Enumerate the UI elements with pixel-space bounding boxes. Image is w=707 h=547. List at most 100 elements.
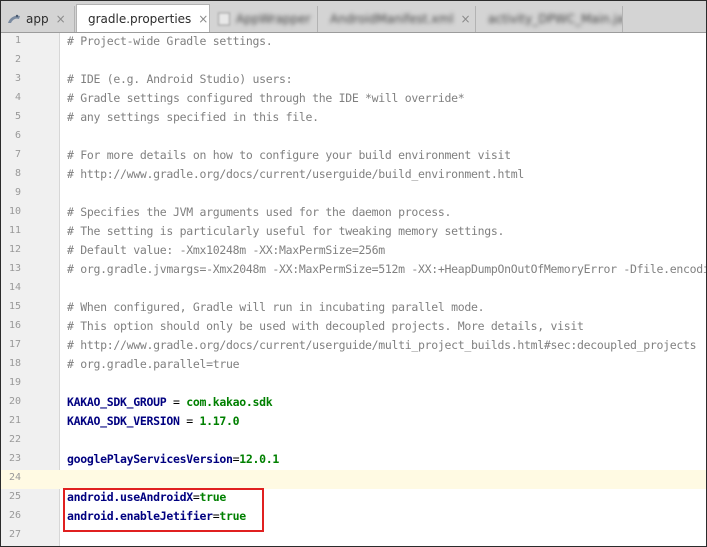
code-line[interactable]: 5 # any settings specified in this file.	[1, 109, 706, 128]
code-text: android.enableJetifier=true	[67, 509, 246, 523]
code-line[interactable]: 16 # This option should only be used with…	[1, 318, 706, 337]
code-line[interactable]: 2	[1, 52, 706, 71]
code-token: # IDE (e.g. Android Studio) users:	[67, 72, 293, 86]
line-number: 12	[8, 244, 21, 255]
close-icon[interactable]: ×	[198, 12, 208, 26]
code-line[interactable]: 6	[1, 128, 706, 147]
tab-android-manifest[interactable]: AndroidManifest.xml ×	[319, 6, 476, 32]
code-line[interactable]: 18 # org.gradle.parallel=true	[1, 356, 706, 375]
line-number: 10	[8, 206, 21, 217]
code-text: # Project-wide Gradle settings.	[67, 34, 273, 48]
code-text: android.useAndroidX=true	[67, 490, 226, 504]
code-token: com.kakao.sdk	[186, 395, 273, 409]
code-text: # When configured, Gradle will run in in…	[67, 300, 485, 314]
code-line[interactable]: 15 # When configured, Gradle will run in …	[1, 299, 706, 318]
code-line[interactable]: 22	[1, 432, 706, 451]
line-number: 26	[8, 510, 21, 521]
tab-label: app	[26, 12, 49, 26]
line-number: 5	[14, 111, 21, 122]
code-line[interactable]: 3 # IDE (e.g. Android Studio) users:	[1, 71, 706, 90]
code-token: # Default value: -Xmx10248m -XX:MaxPermS…	[67, 243, 385, 257]
code-token: android.useAndroidX	[67, 490, 193, 504]
code-line[interactable]: 10 # Specifies the JVM arguments used for…	[1, 204, 706, 223]
code-line[interactable]: 9	[1, 185, 706, 204]
code-token: # org.gradle.jvmargs=-Xmx2048m -XX:MaxPe…	[67, 262, 707, 276]
close-icon[interactable]: ×	[56, 12, 66, 26]
line-number: 17	[8, 339, 21, 350]
code-token: =	[179, 414, 200, 428]
line-number: 11	[8, 225, 21, 236]
tab-appwrapper[interactable]: AppWrapper	[211, 6, 318, 32]
code-line[interactable]: 4 # Gradle settings configured through th…	[1, 90, 706, 109]
line-number: 1	[14, 35, 21, 46]
tab-activity-java[interactable]: C activity_DPWC_Main.java	[477, 6, 623, 32]
line-number: 19	[8, 377, 21, 388]
code-token: googlePlayServicesVersion	[67, 452, 233, 466]
code-token: KAKAO_SDK_GROUP	[67, 395, 167, 409]
gradle-module-icon	[8, 14, 20, 23]
code-token: # any settings specified in this file.	[67, 110, 319, 124]
code-text: # any settings specified in this file.	[67, 110, 319, 124]
code-line[interactable]: 25 android.useAndroidX=true	[1, 489, 706, 508]
code-token: # org.gradle.parallel=true	[67, 357, 240, 371]
code-editor[interactable]: 1 # Project-wide Gradle settings. 2 3 # IDE …	[1, 33, 706, 546]
tab-app[interactable]: app ×	[1, 6, 75, 32]
code-line[interactable]: 8 # http://www.gradle.org/docs/current/us…	[1, 166, 706, 185]
code-line[interactable]: 23 googlePlayServicesVersion=12.0.1	[1, 451, 706, 470]
code-text: # Default value: -Xmx10248m -XX:MaxPermS…	[67, 243, 385, 257]
code-line[interactable]: 21 KAKAO_SDK_VERSION = 1.17.0	[1, 413, 706, 432]
line-number: 14	[8, 282, 21, 293]
code-token: # The setting is particularly useful for…	[67, 224, 505, 238]
code-line[interactable]: 13 # org.gradle.jvmargs=-Xmx2048m -XX:Max…	[1, 261, 706, 280]
code-text: # Specifies the JVM arguments used for t…	[67, 205, 451, 219]
code-line[interactable]: 27	[1, 527, 706, 546]
tab-label: AndroidManifest.xml	[330, 12, 454, 26]
tab-label: gradle.properties	[88, 11, 192, 26]
line-number: 24	[8, 472, 21, 483]
line-number: 16	[8, 320, 21, 331]
close-icon[interactable]: ×	[461, 12, 471, 26]
tab-label: activity_DPWC_Main.java	[488, 12, 622, 26]
code-line[interactable]: 20 KAKAO_SDK_GROUP = com.kakao.sdk	[1, 394, 706, 413]
code-line[interactable]: 14	[1, 280, 706, 299]
line-number: 8	[14, 168, 21, 179]
code-text: googlePlayServicesVersion=12.0.1	[67, 452, 279, 466]
code-text: # org.gradle.jvmargs=-Xmx2048m -XX:MaxPe…	[67, 262, 707, 276]
code-text: # Gradle settings configured through the…	[67, 91, 465, 105]
code-text: # http://www.gradle.org/docs/current/use…	[67, 338, 697, 352]
xml-file-icon	[218, 12, 230, 26]
code-token: 12.0.1	[239, 452, 279, 466]
line-number: 4	[14, 92, 21, 103]
code-lines: 1 # Project-wide Gradle settings. 2 3 # IDE …	[1, 33, 706, 546]
code-text: # This option should only be used with d…	[67, 319, 584, 333]
code-line[interactable]: 26 android.enableJetifier=true	[1, 508, 706, 527]
code-line[interactable]: 19	[1, 375, 706, 394]
line-number: 9	[14, 187, 21, 198]
code-token: # This option should only be used with d…	[67, 319, 584, 333]
code-token: # http://www.gradle.org/docs/current/use…	[67, 167, 525, 181]
code-token: # For more details on how to configure y…	[67, 148, 511, 162]
line-number: 23	[8, 453, 21, 464]
code-text: KAKAO_SDK_VERSION = 1.17.0	[67, 414, 240, 428]
line-number: 2	[14, 54, 21, 65]
code-token: # Gradle settings configured through the…	[67, 91, 465, 105]
code-text: # org.gradle.parallel=true	[67, 357, 240, 371]
code-line[interactable]: 24	[1, 470, 706, 489]
code-text: KAKAO_SDK_GROUP = com.kakao.sdk	[67, 395, 273, 409]
code-token: =	[166, 395, 187, 409]
tab-gradle-properties[interactable]: gradle.properties ×	[76, 4, 210, 32]
line-number: 13	[8, 263, 21, 274]
code-line[interactable]: 7 # For more details on how to configure …	[1, 147, 706, 166]
code-line[interactable]: 17 # http://www.gradle.org/docs/current/u…	[1, 337, 706, 356]
code-token: 1.17.0	[199, 414, 240, 428]
line-number: 15	[8, 301, 21, 312]
line-number: 18	[8, 358, 21, 369]
line-number: 25	[8, 491, 21, 502]
code-token: # Specifies the JVM arguments used for t…	[67, 205, 452, 219]
code-line[interactable]: 1 # Project-wide Gradle settings.	[1, 33, 706, 52]
code-line[interactable]: 12 # Default value: -Xmx10248m -XX:MaxPer…	[1, 242, 706, 261]
code-line[interactable]: 11 # The setting is particularly useful f…	[1, 223, 706, 242]
code-text: # IDE (e.g. Android Studio) users:	[67, 72, 293, 86]
line-number: 20	[8, 396, 21, 407]
code-text: # http://www.gradle.org/docs/current/use…	[67, 167, 524, 181]
